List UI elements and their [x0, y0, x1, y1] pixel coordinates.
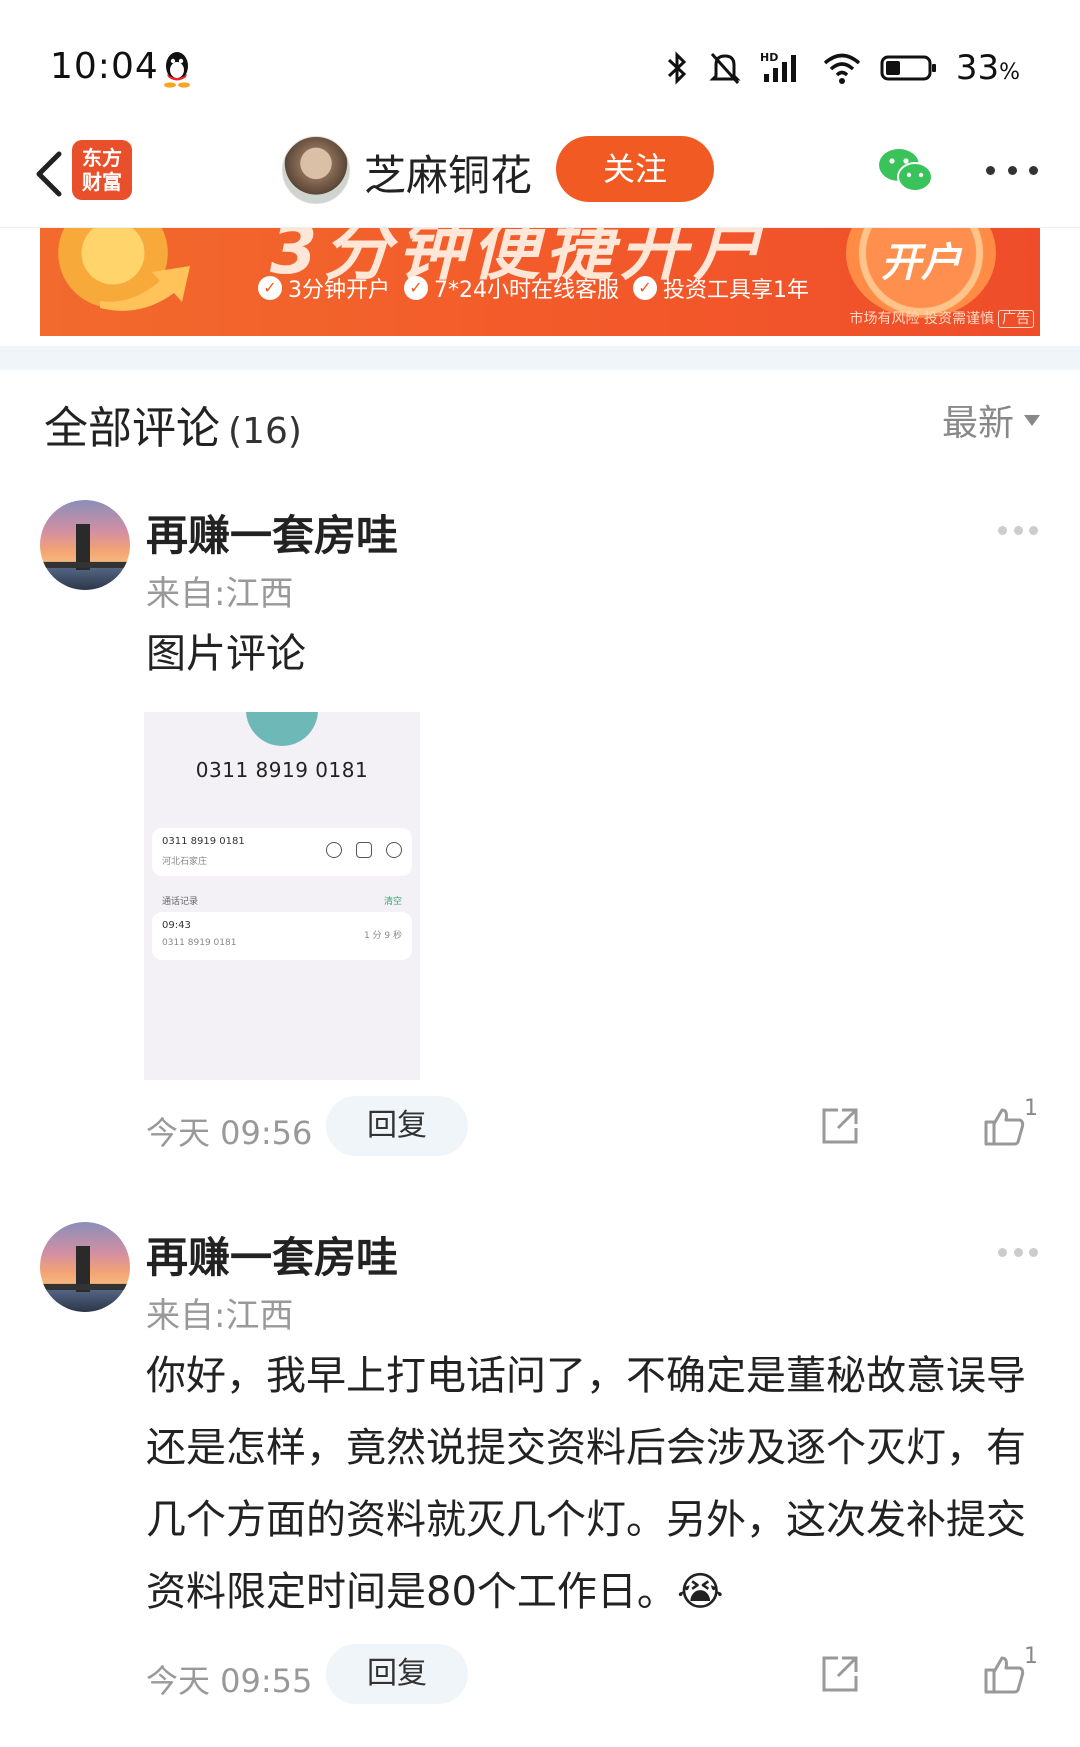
call-log-entry: 09:43 0311 8919 0181 1 分 9 秒	[152, 912, 412, 960]
check-icon: ✓	[633, 276, 657, 300]
check-icon: ✓	[404, 276, 428, 300]
reply-button[interactable]: 回复	[326, 1096, 468, 1156]
app-logo-line2: 财富	[82, 170, 122, 194]
comment-time: 今天 09:56	[146, 1114, 313, 1152]
top-nav: 东方 财富 芝麻铜花 关注	[0, 120, 1080, 228]
card-location: 河北石家庄	[162, 857, 208, 867]
battery-value: 33	[955, 48, 1000, 88]
commenter-avatar[interactable]	[40, 1222, 130, 1312]
card-number: 0311 8919 0181	[162, 836, 245, 847]
comment-more-icon[interactable]	[998, 526, 1038, 538]
banner-points: ✓ 3分钟开户 ✓ 7*24小时在线客服 ✓ 投资工具享1年	[258, 272, 809, 304]
banner-point-label: 7*24小时在线客服	[434, 278, 619, 303]
wifi-icon	[823, 53, 860, 84]
like-icon[interactable]	[982, 1652, 1026, 1696]
disclaimer-text: 市场有风险 投资需谨慎	[849, 311, 994, 327]
battery-unit: %	[999, 60, 1020, 85]
comments-title-text: 全部评论	[44, 403, 220, 454]
status-icons: HD 33%	[664, 48, 1020, 88]
video-icon	[356, 842, 372, 858]
status-bar: 10:04 HD 33%	[0, 0, 1080, 120]
like-count: 1	[1024, 1644, 1038, 1669]
share-icon[interactable]	[818, 1652, 862, 1696]
sort-dropdown[interactable]: 最新	[942, 394, 1040, 446]
comments-title: 全部评论 (16)	[44, 392, 302, 456]
ad-tag: 广告	[998, 310, 1034, 328]
mute-icon	[709, 52, 741, 85]
check-icon: ✓	[258, 276, 282, 300]
banner-point-label: 3分钟开户	[288, 278, 390, 303]
banner-point: ✓ 7*24小时在线客服	[404, 272, 619, 304]
call-time: 09:43	[162, 920, 191, 931]
back-arrow-icon	[36, 151, 62, 197]
bluetooth-icon	[667, 51, 686, 85]
caret-down-icon	[1024, 414, 1040, 426]
hd-signal-icon: HD	[760, 51, 796, 82]
more-icon[interactable]	[986, 160, 1038, 180]
share-icon[interactable]	[818, 1104, 862, 1148]
contact-card: 0311 8919 0181 河北石家庄	[152, 828, 412, 876]
app-logo-line1: 东方	[82, 146, 122, 170]
commenter-avatar[interactable]	[40, 500, 130, 590]
battery-icon	[880, 55, 936, 81]
call-number: 0311 8919 0181	[162, 938, 237, 948]
comment-image[interactable]: 0311 8919 0181 0311 8919 0181 河北石家庄 通话记录…	[144, 712, 420, 1080]
message-icon	[386, 842, 402, 858]
wechat-share-button[interactable]	[876, 144, 936, 200]
ad-banner[interactable]: 3分钟便捷开户 开户 ✓ 3分钟开户 ✓ 7*24小时在线客服 ✓ 投资工具享1年 市…	[40, 228, 1040, 336]
comment-more-icon[interactable]	[998, 1248, 1038, 1260]
status-time: 10:04	[50, 46, 159, 87]
qq-icon	[164, 52, 190, 88]
comment-text: 图片评论	[146, 631, 306, 677]
author-name[interactable]: 芝麻铜花	[364, 142, 532, 203]
banner-point: ✓ 投资工具享1年	[633, 272, 809, 304]
like-icon[interactable]	[982, 1104, 1026, 1148]
contact-actions	[326, 842, 402, 858]
contact-number: 0311 8919 0181	[195, 758, 369, 782]
back-button[interactable]	[18, 140, 78, 208]
commenter-origin: 来自:江西	[146, 574, 294, 614]
app-logo[interactable]: 东方 财富	[72, 140, 132, 200]
sort-label: 最新	[941, 403, 1014, 444]
banner-point-label: 投资工具享1年	[663, 278, 809, 303]
comments-count: (16)	[228, 411, 302, 452]
comment-text: 你好，我早上打电话问了，不确定是董秘故意误导还是怎样，竟然说提交资料后会涉及逐个…	[146, 1353, 1026, 1615]
banner-disclaimer: 市场有风险 投资需谨慎 广告	[850, 308, 1034, 328]
banner-point: ✓ 3分钟开户	[258, 272, 390, 304]
clear-label: 清空	[383, 897, 402, 907]
reply-button[interactable]: 回复	[326, 1644, 468, 1704]
follow-button[interactable]: 关注	[556, 136, 714, 202]
comment-time: 今天 09:55	[146, 1662, 313, 1700]
commenter-origin: 来自:江西	[146, 1296, 294, 1336]
battery-percent: 33%	[956, 48, 1020, 88]
commenter-name[interactable]: 再赚一套房哇	[146, 1224, 398, 1285]
arrow-graphic	[100, 266, 190, 311]
call-duration: 1 分 9 秒	[363, 931, 402, 941]
author-avatar[interactable]	[282, 136, 350, 204]
contact-avatar	[246, 712, 318, 746]
section-divider	[0, 346, 1080, 370]
wechat-icon	[879, 149, 933, 192]
commenter-name[interactable]: 再赚一套房哇	[146, 502, 398, 563]
call-log-label: 通话记录	[162, 897, 199, 907]
like-count: 1	[1024, 1096, 1038, 1121]
svg-text:HD: HD	[760, 51, 778, 64]
banner-cta[interactable]: 开户	[846, 228, 996, 318]
phone-icon	[326, 842, 342, 858]
